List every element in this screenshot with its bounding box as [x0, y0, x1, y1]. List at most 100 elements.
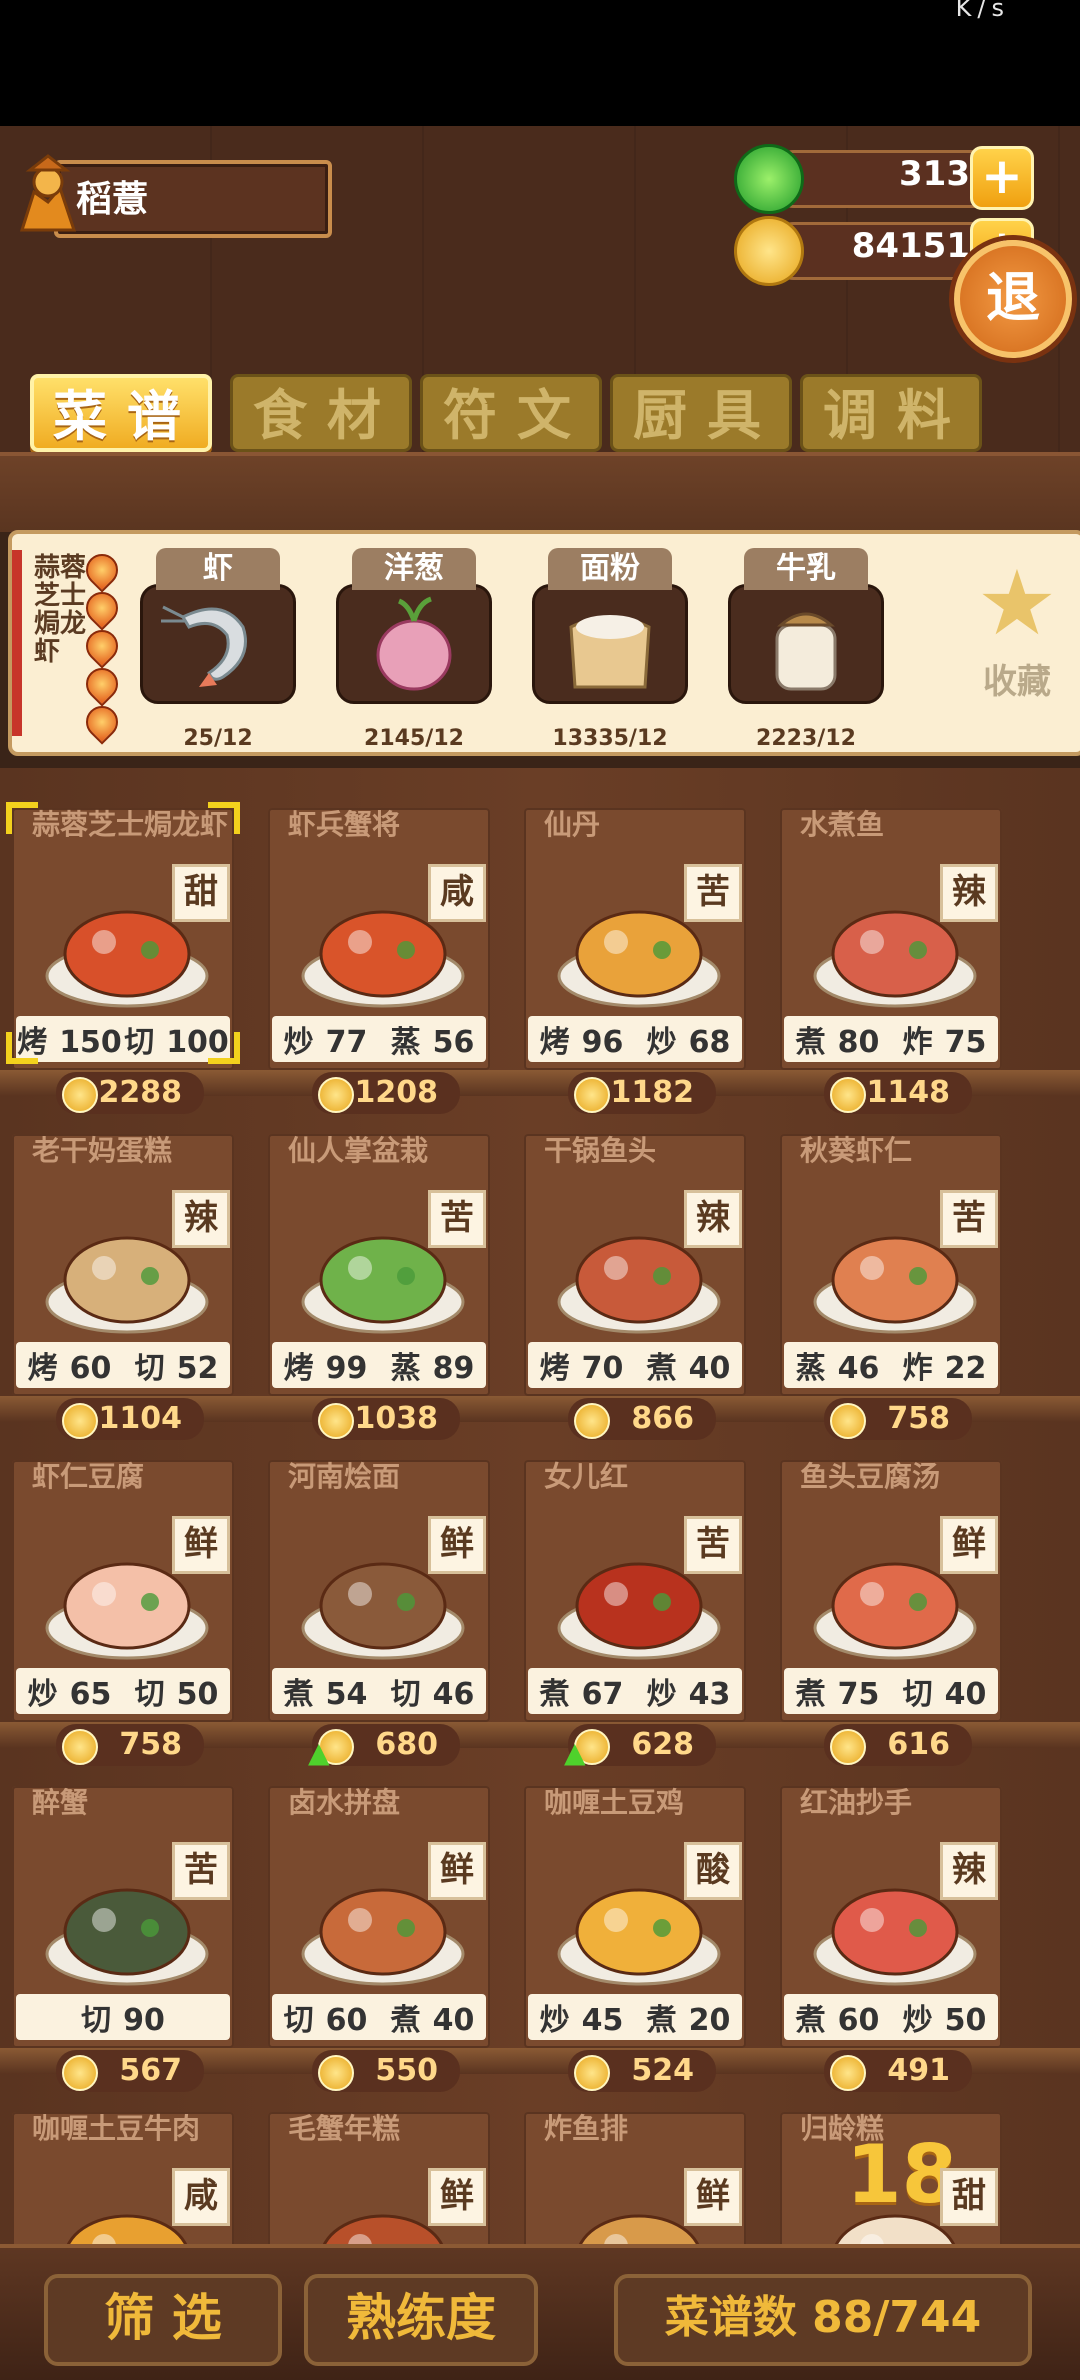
- exit-button[interactable]: 退: [954, 240, 1072, 358]
- recipe-card[interactable]: 咖喱土豆鸡酸炒 45 煮 20 524: [524, 1762, 746, 2092]
- skill-requirements: 切 60 煮 40: [272, 1994, 486, 2040]
- recipe-card[interactable]: 咖喱土豆牛肉咸: [12, 2088, 234, 2248]
- recipe-card[interactable]: 仙人掌盆栽苦烤 99 蒸 89 1038: [268, 1110, 490, 1440]
- recipe-price: ▲ 680: [308, 1724, 460, 1769]
- skill-requirement: 切 50: [135, 1669, 219, 1713]
- skill-requirement: 煮 60: [796, 1995, 880, 2039]
- recipe-card[interactable]: 炸鱼排鲜: [524, 2088, 746, 2248]
- skill-requirement: 切 52: [135, 1343, 219, 1387]
- taste-badge: 甜: [172, 864, 230, 922]
- taste-badge: 苦: [428, 1190, 486, 1248]
- ingredient-label: 洋葱: [352, 548, 476, 590]
- recipe-name: 卤水拼盘: [288, 1786, 401, 1819]
- skill-requirement: 切 46: [391, 1669, 475, 1713]
- taste-badge: 鲜: [428, 2168, 486, 2226]
- recipe-card[interactable]: 水煮鱼辣煮 80 炸 75 1148: [780, 784, 1002, 1114]
- jade-icon: [734, 144, 804, 214]
- recipe-card[interactable]: 秋葵虾仁苦蒸 46 炸 22 758: [780, 1110, 1002, 1440]
- recipe-count-button[interactable]: 菜谱数 88/744: [614, 2274, 1032, 2366]
- skill-type: 炒: [902, 2003, 933, 2038]
- ingredient-shrimp[interactable]: 虾 25/12: [140, 548, 296, 751]
- tab-ingredients[interactable]: 食材: [230, 374, 412, 452]
- skill-type: 煮: [795, 2003, 826, 2038]
- price-value: 758: [119, 1727, 182, 1762]
- selection-corner: [6, 1032, 38, 1064]
- ingredient-milk[interactable]: 牛乳 2223/12: [728, 548, 884, 751]
- flame-icon: [79, 699, 125, 745]
- price-value: 491: [887, 2053, 950, 2088]
- recipe-price: 550: [312, 2050, 460, 2092]
- skill-requirement: 蒸 89: [391, 1343, 475, 1387]
- bottom-bar: 筛 选 熟练度 菜谱数 88/744: [0, 2244, 1080, 2380]
- ingredient-onion[interactable]: 洋葱 2145/12: [336, 548, 492, 751]
- recipe-card[interactable]: 卤水拼盘鲜切 60 煮 40 550: [268, 1762, 490, 2092]
- price-value: 680: [375, 1727, 438, 1762]
- skill-value: 96: [581, 1025, 624, 1060]
- recipe-card[interactable]: 醉蟹苦切 90 567: [12, 1762, 234, 2092]
- recipe-card[interactable]: 老干妈蛋糕辣烤 60 切 52 1104: [12, 1110, 234, 1440]
- selected-recipe-name: 蒜蓉芝士焗龙虾: [34, 553, 87, 667]
- recipe-name: 炸鱼排: [544, 2112, 629, 2145]
- ingredient-quantity: 2145/12: [364, 726, 464, 751]
- tab-label: 符文: [443, 384, 591, 447]
- selection-corner: [6, 802, 38, 834]
- player-nameplate[interactable]: 稻薏: [14, 152, 332, 238]
- recipe-card[interactable]: 红油抄手辣煮 60 炒 50 491: [780, 1762, 1002, 2092]
- skill-value: 40: [432, 2003, 475, 2038]
- skill-requirements: 烤 96 炒 68: [528, 1016, 742, 1062]
- add-jade-button[interactable]: +: [970, 146, 1034, 210]
- selection-corner: [208, 802, 240, 834]
- recipe-card[interactable]: 毛蟹年糕鲜: [268, 2088, 490, 2248]
- recipe-card[interactable]: 河南烩面鲜煮 54 切 46 ▲ 680: [268, 1436, 490, 1769]
- skill-type: 蒸: [795, 1351, 826, 1386]
- tab-recipes[interactable]: 菜谱: [30, 374, 212, 452]
- tab-runes[interactable]: 符文: [420, 374, 602, 452]
- filter-button[interactable]: 筛 选: [44, 2274, 282, 2366]
- skill-requirement: 炒 45: [540, 1995, 624, 2039]
- proficiency-button[interactable]: 熟练度: [304, 2274, 538, 2366]
- ingredient-quantity: 25/12: [183, 726, 253, 751]
- recipe-price: 524: [568, 2050, 716, 2092]
- favorite-button[interactable]: ★ 收藏: [962, 554, 1072, 734]
- skill-requirement: 切 60: [284, 1995, 368, 2039]
- recipe-card[interactable]: 蒜蓉芝士焗龙虾甜烤 150 切 100 2288: [6, 784, 240, 1114]
- skill-value: 20: [688, 2003, 731, 2038]
- category-tabs: 菜谱 食材 符文 厨具 调料: [30, 374, 1030, 456]
- skill-type: 炒: [646, 1025, 677, 1060]
- skill-requirement: 煮 80: [796, 1017, 880, 1061]
- taste-badge: 酸: [684, 1842, 742, 1900]
- recipe-name: 红油抄手: [800, 1786, 913, 1819]
- tab-seasoning[interactable]: 调料: [800, 374, 982, 452]
- taste-badge: 辣: [172, 1190, 230, 1248]
- ingredient-flour[interactable]: 面粉 13335/12: [532, 548, 688, 751]
- skill-requirement: 蒸 56: [391, 1017, 475, 1061]
- skill-value: 40: [944, 1677, 987, 1712]
- recipe-card[interactable]: 鱼头豆腐汤鲜煮 75 切 40 616: [780, 1436, 1002, 1766]
- milk-icon: [775, 612, 837, 691]
- coin-icon: [830, 2055, 866, 2091]
- recipe-card[interactable]: 虾仁豆腐鲜炒 65 切 50 758: [12, 1436, 234, 1766]
- recipe-price: 1208: [312, 1072, 460, 1114]
- price-value: 567: [119, 2053, 182, 2088]
- recipe-card[interactable]: 仙丹苦烤 96 炒 68 1182: [524, 784, 746, 1114]
- skill-type: 烤: [27, 1351, 58, 1386]
- jade-currency: 313 +: [734, 144, 1034, 214]
- recipe-name: 咖喱土豆牛肉: [32, 2112, 201, 2145]
- recipe-card[interactable]: 干锅鱼头辣烤 70 煮 40 866: [524, 1110, 746, 1440]
- ingredient-frame: [728, 584, 884, 704]
- taste-badge: 苦: [684, 864, 742, 922]
- skill-value: 50: [176, 1677, 219, 1712]
- tab-cookware[interactable]: 厨具: [610, 374, 792, 452]
- skill-type: 切: [124, 1025, 155, 1060]
- recipe-card[interactable]: 虾兵蟹将咸炒 77 蒸 56 1208: [268, 784, 490, 1114]
- recipe-card[interactable]: 归龄糕 18 甜: [780, 2088, 1002, 2248]
- price-value: 550: [375, 2053, 438, 2088]
- recipe-card[interactable]: 女儿红苦煮 67 炒 43 ▲ 628: [524, 1436, 746, 1769]
- recipe-grid: 蒜蓉芝士焗龙虾甜烤 150 切 100 2288 虾兵蟹将咸炒 77 蒸 56 1208 仙丹苦烤 9…: [0, 768, 1080, 2248]
- recipe-price: 616: [824, 1724, 972, 1766]
- skill-requirements: 炒 77 蒸 56: [272, 1016, 486, 1062]
- recipe-name: 虾兵蟹将: [288, 808, 401, 841]
- skill-value: 75: [837, 1677, 880, 1712]
- recipe-price: 2288: [56, 1072, 204, 1114]
- skill-value: 77: [325, 1025, 368, 1060]
